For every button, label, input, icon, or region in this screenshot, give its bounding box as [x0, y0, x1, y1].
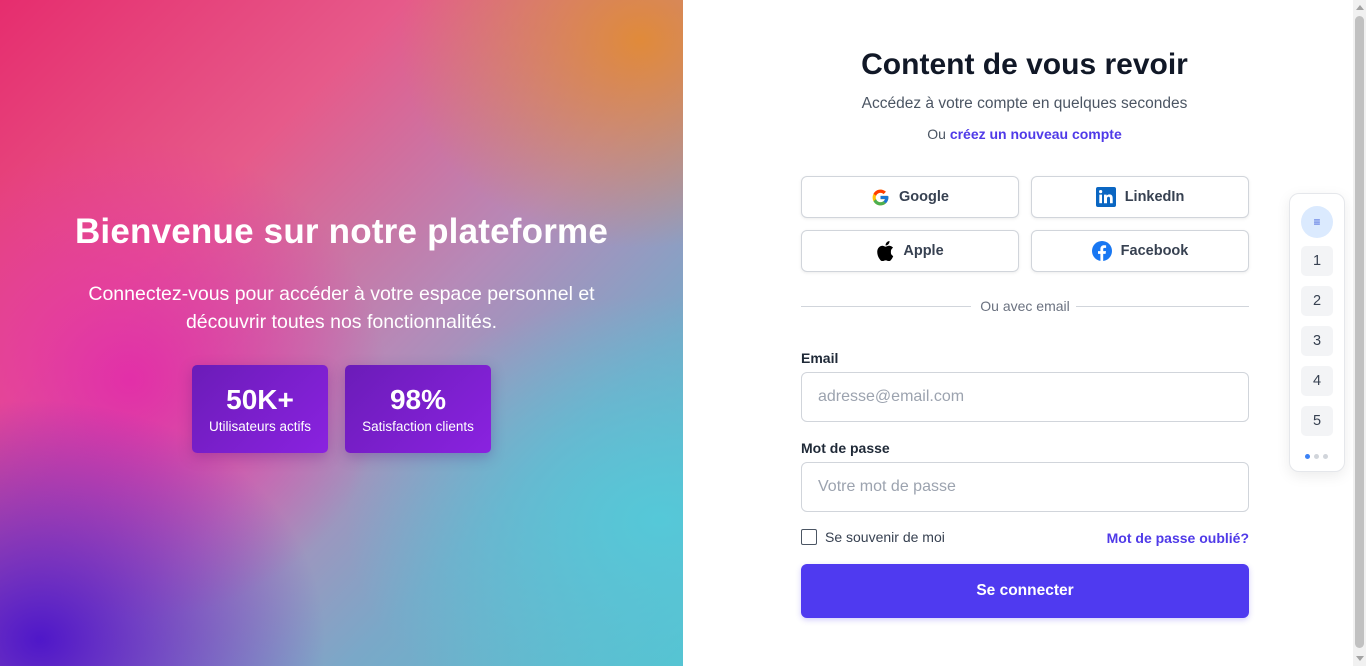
login-submit-button[interactable]: Se connecter [801, 564, 1249, 618]
linkedin-icon [1095, 187, 1116, 207]
login-panel: Content de vous revoir Accédez à votre c… [683, 0, 1353, 666]
apple-button-label: Apple [903, 243, 944, 259]
signup-line: Ou créez un nouveau compte [683, 126, 1366, 142]
hero-title: Bienvenue sur notre plateforme [74, 212, 609, 251]
nav-item-4[interactable]: 4 [1301, 366, 1333, 396]
remember-me-label: Se souvenir de moi [825, 529, 945, 545]
nav-item-3[interactable]: 3 [1301, 326, 1333, 356]
scrollbar-thumb[interactable] [1355, 16, 1364, 648]
google-login-button[interactable]: Google [801, 176, 1019, 218]
linkedin-login-button[interactable]: LinkedIn [1031, 176, 1249, 218]
apple-login-button[interactable]: Apple [801, 230, 1019, 272]
email-label: Email [801, 350, 839, 366]
facebook-icon [1091, 241, 1112, 261]
remember-me-checkbox[interactable] [801, 529, 817, 545]
stat-value: 98% [389, 384, 447, 415]
divider-line [1076, 306, 1249, 307]
pagination-dot-active[interactable] [1305, 454, 1310, 459]
google-icon [872, 189, 889, 205]
password-field[interactable] [801, 462, 1249, 512]
menu-icon[interactable]: ≡ [1301, 206, 1333, 238]
facebook-button-label: Facebook [1120, 243, 1189, 259]
nav-item-2[interactable]: 2 [1301, 286, 1333, 316]
scroll-down-arrow-icon[interactable] [1356, 656, 1364, 661]
stat-value: 50K+ [226, 384, 294, 415]
nav-item-1[interactable]: 1 [1301, 246, 1333, 276]
scroll-up-arrow-icon[interactable] [1356, 5, 1364, 10]
linkedin-button-label: LinkedIn [1124, 189, 1185, 205]
forgot-password-link[interactable]: Mot de passe oublié? [1107, 530, 1249, 546]
facebook-login-button[interactable]: Facebook [1031, 230, 1249, 272]
email-divider: Ou avec email [801, 298, 1249, 314]
stat-card-users: 50K+ Utilisateurs actifs [192, 365, 328, 453]
email-field[interactable] [801, 372, 1249, 422]
navigator-pagination [1305, 454, 1328, 459]
google-button-label: Google [899, 189, 949, 205]
pagination-dot[interactable] [1314, 454, 1319, 459]
page-navigator: ≡ 1 2 3 4 5 [1289, 193, 1345, 472]
remember-me[interactable]: Se souvenir de moi [801, 529, 945, 545]
create-account-link[interactable]: créez un nouveau compte [950, 126, 1122, 142]
apple-icon [877, 241, 894, 261]
login-title: Content de vous revoir [861, 48, 1188, 81]
hero-panel: Bienvenue sur notre plateforme Connectez… [0, 0, 683, 666]
nav-item-5[interactable]: 5 [1301, 406, 1333, 436]
stat-label: Satisfaction clients [362, 419, 474, 434]
password-label: Mot de passe [801, 440, 890, 456]
login-subtitle: Accédez à votre compte en quelques secon… [861, 95, 1188, 112]
hero-subtitle: Connectez-vous pour accéder à votre espa… [88, 283, 595, 333]
stat-card-satisfaction: 98% Satisfaction clients [345, 365, 491, 453]
vertical-scrollbar[interactable] [1353, 0, 1366, 666]
pagination-dot[interactable] [1323, 454, 1328, 459]
stat-label: Utilisateurs actifs [208, 419, 312, 434]
signup-prefix: Ou [927, 126, 946, 142]
